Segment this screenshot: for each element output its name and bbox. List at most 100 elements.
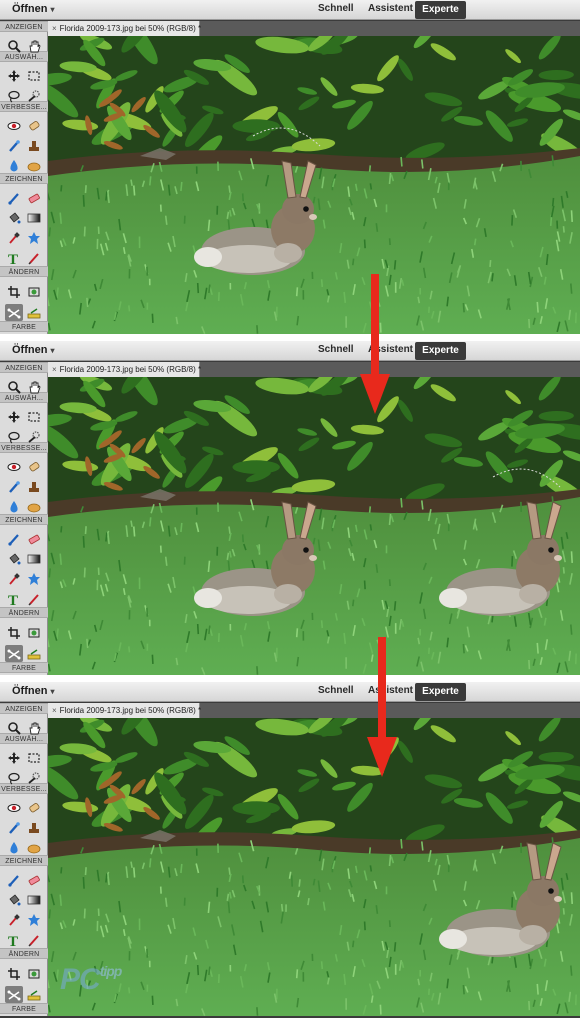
custom-shape-icon[interactable] (25, 911, 43, 928)
close-icon[interactable]: × (52, 365, 57, 374)
smart-brush-icon[interactable] (5, 819, 23, 836)
sponge-icon[interactable] (25, 498, 43, 515)
mode-expert-tab[interactable]: Experte (415, 683, 466, 701)
paint-bucket-icon[interactable] (5, 550, 23, 567)
lasso-icon[interactable] (5, 428, 23, 445)
chevron-down-icon: ▾ (50, 346, 55, 355)
content-aware-move-icon[interactable] (5, 304, 23, 321)
move-icon[interactable] (5, 67, 23, 84)
clone-stamp-icon[interactable] (25, 819, 43, 836)
paint-bucket-icon[interactable] (5, 209, 23, 226)
quick-selection-icon[interactable] (25, 87, 43, 104)
mode-guided-tab[interactable]: Assistent (368, 3, 413, 14)
toolbox-section-label: ÄNDERN (0, 266, 48, 277)
document-tab[interactable]: × Florida 2009-173.jpg bei 50% (RGB/8) * (48, 21, 201, 36)
red-eye-icon[interactable] (5, 117, 23, 134)
move-icon[interactable] (5, 749, 23, 766)
gradient-icon[interactable] (25, 550, 43, 567)
mode-expert-tab[interactable]: Experte (415, 342, 466, 360)
smart-brush-icon[interactable] (5, 137, 23, 154)
lasso-icon[interactable] (5, 769, 23, 786)
blur-icon[interactable] (5, 157, 23, 174)
screenshot-panel-before: Öffnen ▾ Schnell Assistent Experte × Flori… (0, 0, 580, 334)
top-menu-bar: Öffnen ▾ Schnell Assistent Experte (0, 682, 580, 702)
eraser-icon[interactable] (25, 530, 43, 547)
open-button[interactable]: Öffnen ▾ (12, 344, 54, 356)
magnifier-icon[interactable] (5, 719, 23, 736)
mode-expert-tab[interactable]: Experte (415, 1, 466, 19)
red-eye-icon[interactable] (5, 458, 23, 475)
straighten-icon[interactable] (25, 645, 43, 662)
clone-stamp-icon[interactable] (25, 478, 43, 495)
recompose-icon[interactable] (25, 624, 43, 641)
brush-icon[interactable] (5, 871, 23, 888)
marquee-icon[interactable] (25, 408, 43, 425)
clone-stamp-icon[interactable] (25, 137, 43, 154)
quick-selection-icon[interactable] (25, 428, 43, 445)
watermark-main: PC (60, 963, 101, 996)
document-title: Florida 2009-173.jpg bei 50% (RGB/8) * (59, 365, 202, 374)
content-aware-move-icon[interactable] (5, 986, 23, 1003)
hand-icon[interactable] (25, 378, 43, 395)
document-tab[interactable]: × Florida 2009-173.jpg bei 50% (RGB/8) * (48, 362, 202, 377)
custom-shape-icon[interactable] (25, 229, 43, 246)
crop-icon[interactable] (5, 283, 23, 300)
lasso-icon[interactable] (5, 87, 23, 104)
magnifier-icon[interactable] (5, 37, 23, 54)
spot-healing-icon[interactable] (25, 799, 43, 816)
marquee-icon[interactable] (25, 67, 43, 84)
hand-icon[interactable] (25, 37, 43, 54)
mode-quick-tab[interactable]: Schnell (318, 344, 354, 355)
open-button[interactable]: Öffnen ▾ (12, 3, 54, 15)
straighten-icon[interactable] (25, 304, 43, 321)
crop-icon[interactable] (5, 965, 23, 982)
type-icon[interactable]: T (5, 931, 23, 948)
sponge-icon[interactable] (25, 157, 43, 174)
image-canvas[interactable] (48, 377, 580, 675)
pencil-icon[interactable] (25, 931, 43, 948)
eraser-icon[interactable] (25, 871, 43, 888)
toolbox-section-label: ANZEIGEN (0, 362, 48, 373)
spot-healing-icon[interactable] (25, 117, 43, 134)
open-button[interactable]: Öffnen ▾ (12, 685, 54, 697)
pencil-icon[interactable] (25, 249, 43, 266)
recompose-icon[interactable] (25, 283, 43, 300)
paint-bucket-icon[interactable] (5, 891, 23, 908)
eyedropper-icon[interactable] (5, 570, 23, 587)
brush-icon[interactable] (5, 189, 23, 206)
recompose-icon[interactable] (25, 965, 43, 982)
image-canvas[interactable] (48, 36, 580, 334)
eraser-icon[interactable] (25, 189, 43, 206)
smart-brush-icon[interactable] (5, 478, 23, 495)
toolbox-section-label: ANZEIGEN (0, 703, 48, 714)
custom-shape-icon[interactable] (25, 570, 43, 587)
hand-icon[interactable] (25, 719, 43, 736)
straighten-icon[interactable] (25, 986, 43, 1003)
type-icon[interactable]: T (5, 590, 23, 607)
close-icon[interactable]: × (52, 706, 57, 715)
type-icon[interactable]: T (5, 249, 23, 266)
document-tab[interactable]: × Florida 2009-173.jpg bei 50% (RGB/8) * (48, 703, 201, 718)
move-icon[interactable] (5, 408, 23, 425)
mode-quick-tab[interactable]: Schnell (318, 685, 354, 696)
gradient-icon[interactable] (25, 209, 43, 226)
pencil-icon[interactable] (25, 590, 43, 607)
sponge-icon[interactable] (25, 839, 43, 856)
mode-quick-tab[interactable]: Schnell (318, 3, 354, 14)
red-eye-icon[interactable] (5, 799, 23, 816)
red-arrow-down-icon (360, 274, 390, 414)
crop-icon[interactable] (5, 624, 23, 641)
brush-icon[interactable] (5, 530, 23, 547)
content-aware-move-icon[interactable] (5, 645, 23, 662)
magnifier-icon[interactable] (5, 378, 23, 395)
close-icon[interactable]: × (52, 24, 57, 33)
blur-icon[interactable] (5, 498, 23, 515)
blur-icon[interactable] (5, 839, 23, 856)
marquee-icon[interactable] (25, 749, 43, 766)
eyedropper-icon[interactable] (5, 911, 23, 928)
spot-healing-icon[interactable] (25, 458, 43, 475)
pctipp-watermark-logo: PCtipp (60, 963, 136, 1005)
quick-selection-icon[interactable] (25, 769, 43, 786)
eyedropper-icon[interactable] (5, 229, 23, 246)
gradient-icon[interactable] (25, 891, 43, 908)
